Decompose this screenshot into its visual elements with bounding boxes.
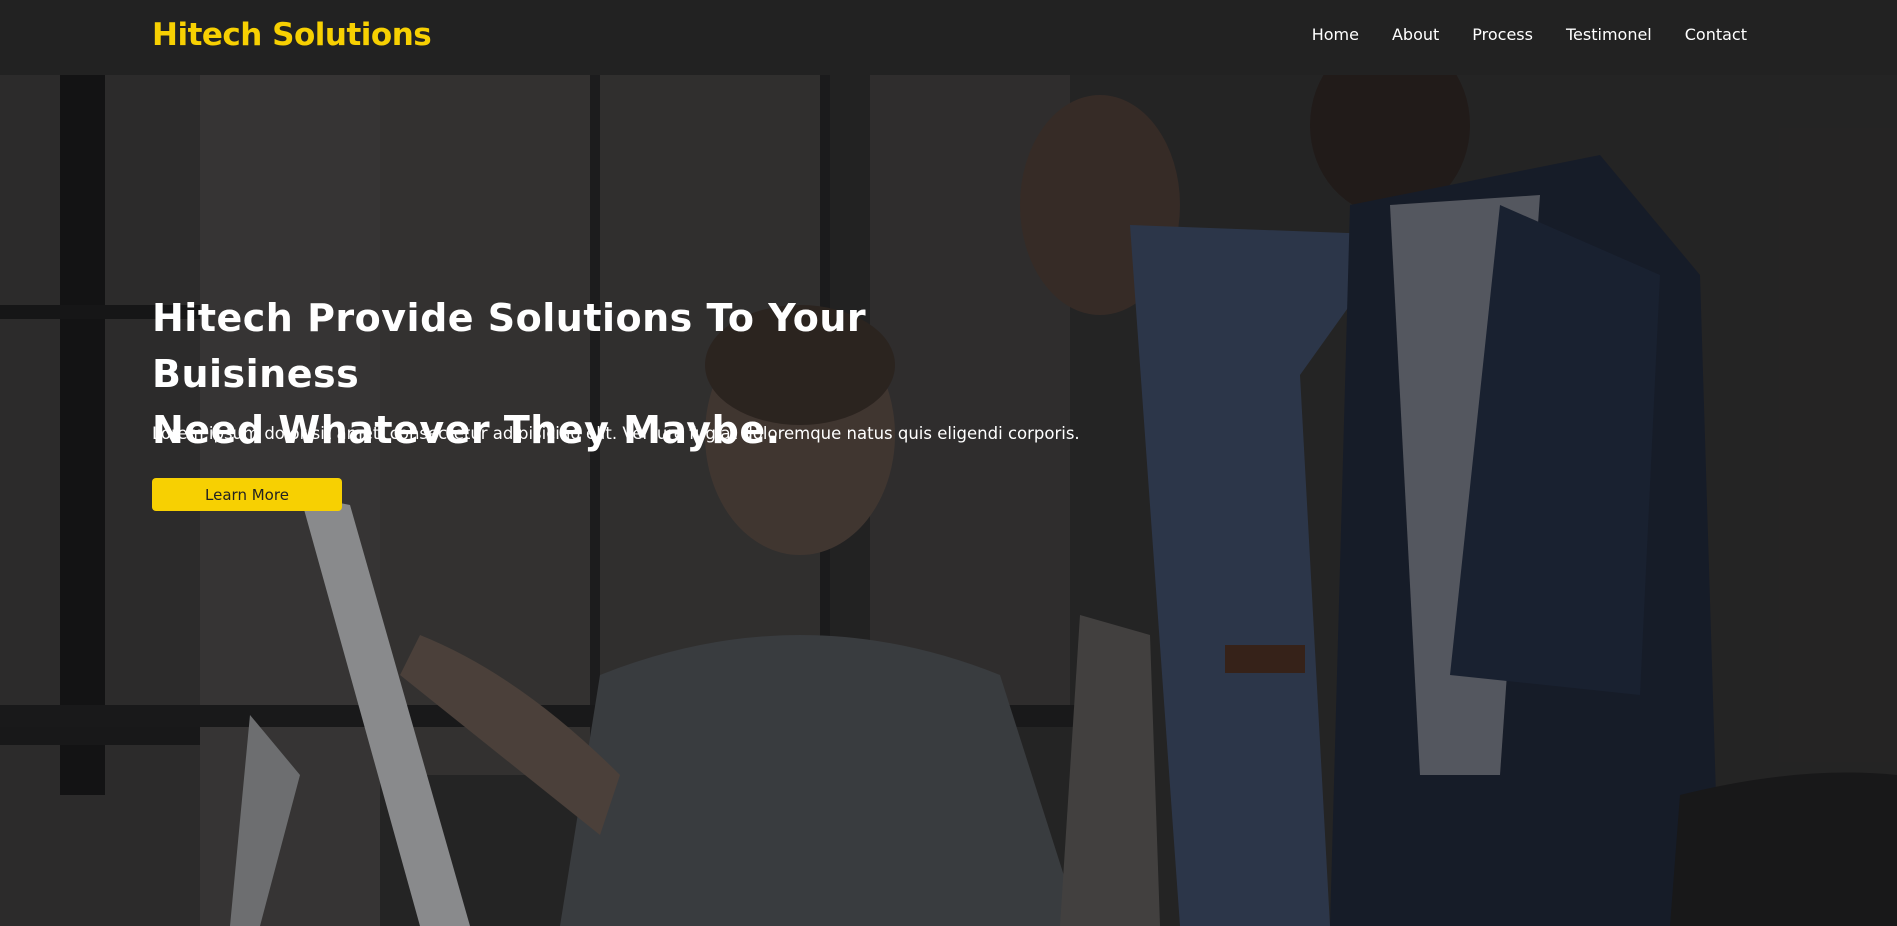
nav-testimonial[interactable]: Testimonel [1566,25,1652,44]
landing-page: Hitech Solutions Home About Process Test… [0,0,1897,926]
nav-process[interactable]: Process [1472,25,1533,44]
hero-subtext: Lorem ipsum dolor sit amet, consectetur … [152,424,1080,443]
hero-headline-line-1: Hitech Provide Solutions To Your Buisine… [152,296,867,396]
brand-logo[interactable]: Hitech Solutions [152,17,432,53]
site-header: Hitech Solutions Home About Process Test… [0,0,1897,75]
learn-more-button[interactable]: Learn More [152,478,342,511]
nav-contact[interactable]: Contact [1685,25,1747,44]
nav-about[interactable]: About [1392,25,1439,44]
nav-home[interactable]: Home [1312,25,1359,44]
main-nav: Home About Process Testimonel Contact [1312,25,1747,44]
